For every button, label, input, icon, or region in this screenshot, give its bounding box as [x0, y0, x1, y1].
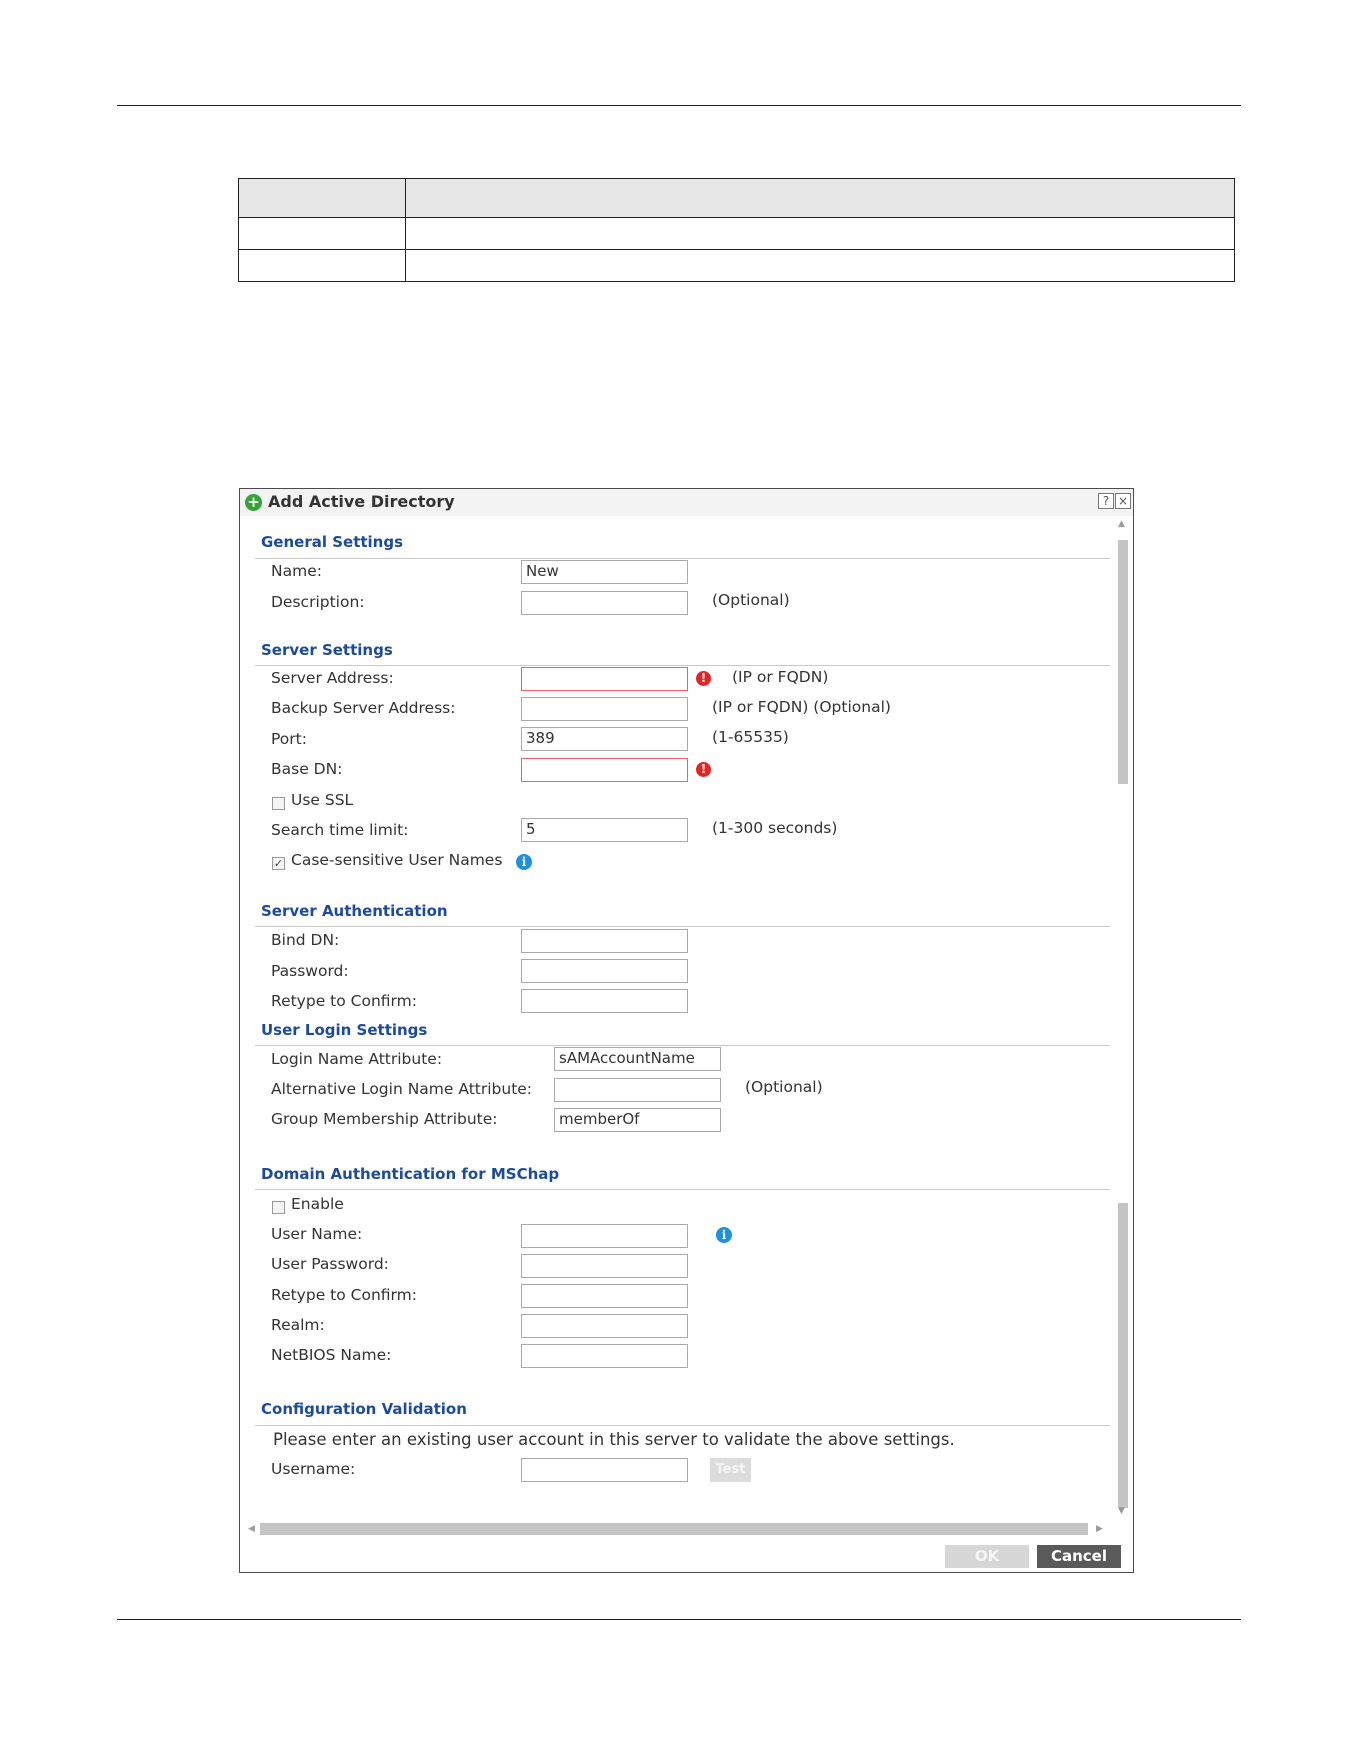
description-hint: (Optional) — [712, 591, 790, 609]
section-divider — [255, 1425, 1110, 1426]
ok-button[interactable]: OK — [945, 1545, 1029, 1568]
backup-server-hint: (IP or FQDN) (Optional) — [712, 698, 891, 716]
scrollbar-thumb[interactable] — [1118, 540, 1128, 784]
section-divider — [255, 926, 1110, 927]
info-icon[interactable]: i — [516, 854, 532, 870]
search-time-limit-input[interactable]: 5 — [521, 818, 688, 842]
scroll-left-icon[interactable]: ◀ — [248, 1524, 255, 1534]
port-hint: (1-65535) — [712, 728, 789, 746]
table-header-cell — [238, 178, 406, 218]
general-settings-heading: General Settings — [261, 533, 404, 551]
dialog-footer: OK Cancel — [240, 1539, 1133, 1572]
scroll-down-icon[interactable]: ▼ — [1118, 1506, 1125, 1516]
group-membership-attribute-input[interactable]: memberOf — [554, 1108, 721, 1132]
mschap-retype-label: Retype to Confirm: — [271, 1286, 417, 1304]
server-settings-heading: Server Settings — [261, 641, 393, 659]
description-input[interactable] — [521, 591, 688, 615]
alternative-login-attribute-label: Alternative Login Name Attribute: — [271, 1080, 533, 1098]
dialog-title: Add Active Directory — [268, 492, 455, 511]
user-login-settings-heading: User Login Settings — [261, 1021, 428, 1039]
table-cell — [238, 249, 406, 282]
port-label: Port: — [271, 730, 307, 748]
vertical-scrollbar[interactable]: ▲ ▼ — [1113, 516, 1132, 1519]
document-table — [238, 178, 1235, 282]
dialog-titlebar: + Add Active Directory ? × — [240, 489, 1133, 516]
use-ssl-checkbox[interactable] — [272, 797, 285, 810]
search-time-limit-hint: (1-300 seconds) — [712, 819, 838, 837]
retype-password-label: Retype to Confirm: — [271, 992, 417, 1010]
mschap-user-name-input[interactable] — [521, 1224, 688, 1248]
configuration-validation-heading: Configuration Validation — [261, 1400, 467, 1418]
table-row — [238, 217, 1235, 250]
validation-instruction: Please enter an existing user account in… — [273, 1430, 955, 1449]
base-dn-input[interactable] — [521, 758, 688, 782]
name-input[interactable]: New — [521, 560, 688, 584]
error-icon: ! — [696, 762, 711, 777]
section-divider — [255, 1045, 1110, 1046]
mschap-retype-input[interactable] — [521, 1284, 688, 1308]
validation-username-label: Username: — [271, 1460, 356, 1478]
login-name-attribute-input[interactable]: sAMAccountName — [554, 1047, 721, 1071]
table-cell — [405, 249, 1235, 282]
table-cell — [238, 217, 406, 250]
server-address-label: Server Address: — [271, 669, 394, 687]
table-header-cell — [405, 178, 1235, 218]
case-sensitive-checkbox[interactable]: ✓ — [272, 857, 285, 870]
server-address-input[interactable] — [521, 667, 688, 691]
scroll-up-icon[interactable]: ▲ — [1118, 519, 1125, 529]
dialog-content: General Settings Name: New Description: … — [240, 516, 1112, 1516]
header-rule — [117, 105, 1241, 106]
login-name-attribute-label: Login Name Attribute: — [271, 1050, 443, 1068]
scrollbar-thumb[interactable] — [260, 1523, 1088, 1535]
password-label: Password: — [271, 962, 349, 980]
footer-rule — [117, 1619, 1241, 1620]
section-divider — [255, 1189, 1110, 1190]
horizontal-scrollbar[interactable]: ◀ ▶ — [240, 1519, 1112, 1539]
validation-username-input[interactable] — [521, 1458, 688, 1482]
table-header-row — [238, 178, 1235, 218]
close-icon[interactable]: × — [1115, 493, 1131, 509]
netbios-name-label: NetBIOS Name: — [271, 1346, 392, 1364]
alternative-login-attribute-input[interactable] — [554, 1078, 721, 1102]
error-icon: ! — [696, 671, 711, 686]
mschap-user-password-label: User Password: — [271, 1255, 389, 1273]
scroll-right-icon[interactable]: ▶ — [1096, 1524, 1103, 1534]
password-input[interactable] — [521, 959, 688, 983]
mschap-enable-checkbox[interactable] — [272, 1201, 285, 1214]
mschap-enable-label: Enable — [291, 1195, 344, 1213]
mschap-user-name-label: User Name: — [271, 1225, 363, 1243]
netbios-name-input[interactable] — [521, 1344, 688, 1368]
table-row — [238, 249, 1235, 282]
add-active-directory-dialog: + Add Active Directory ? × General Setti… — [239, 488, 1134, 1573]
description-label: Description: — [271, 593, 365, 611]
alternative-login-attribute-hint: (Optional) — [745, 1078, 823, 1096]
info-icon[interactable]: i — [716, 1227, 732, 1243]
add-icon: + — [245, 494, 262, 511]
retype-password-input[interactable] — [521, 989, 688, 1013]
case-sensitive-label: Case-sensitive User Names — [291, 851, 503, 869]
group-membership-attribute-label: Group Membership Attribute: — [271, 1110, 498, 1128]
section-divider — [255, 665, 1110, 666]
base-dn-label: Base DN: — [271, 760, 343, 778]
port-input[interactable]: 389 — [521, 727, 688, 751]
realm-label: Realm: — [271, 1316, 325, 1334]
section-divider — [255, 558, 1110, 559]
bind-dn-label: Bind DN: — [271, 931, 340, 949]
name-label: Name: — [271, 562, 322, 580]
server-address-hint: (IP or FQDN) — [732, 668, 829, 686]
use-ssl-label: Use SSL — [291, 791, 354, 809]
test-button[interactable]: Test — [710, 1458, 751, 1482]
backup-server-input[interactable] — [521, 697, 688, 721]
scrollbar-track-segment[interactable] — [1118, 1203, 1128, 1508]
search-time-limit-label: Search time limit: — [271, 821, 409, 839]
backup-server-label: Backup Server Address: — [271, 699, 456, 717]
bind-dn-input[interactable] — [521, 929, 688, 953]
realm-input[interactable] — [521, 1314, 688, 1338]
help-icon[interactable]: ? — [1098, 493, 1114, 509]
mschap-heading: Domain Authentication for MSChap — [261, 1165, 560, 1183]
server-authentication-heading: Server Authentication — [261, 902, 448, 920]
mschap-user-password-input[interactable] — [521, 1254, 688, 1278]
cancel-button[interactable]: Cancel — [1037, 1545, 1121, 1568]
table-cell — [405, 217, 1235, 250]
